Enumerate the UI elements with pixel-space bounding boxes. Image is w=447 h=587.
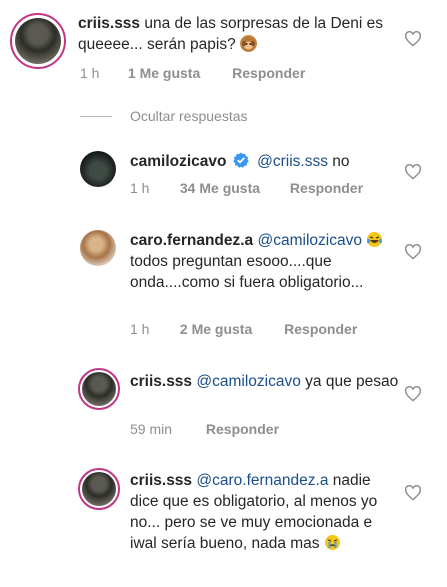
reply-button[interactable]: Responder bbox=[206, 421, 279, 437]
reply-mention[interactable]: @criis.sss bbox=[257, 153, 328, 170]
reply-meta: 1 h 34 Me gusta Responder bbox=[130, 180, 363, 196]
crying-face-emoji bbox=[324, 534, 341, 551]
avatar[interactable] bbox=[10, 13, 66, 69]
likes-count[interactable]: 1 Me gusta bbox=[128, 65, 200, 81]
laughing-tears-emoji bbox=[366, 231, 383, 248]
heart-icon[interactable] bbox=[404, 164, 422, 180]
monkey-emoji bbox=[240, 35, 258, 52]
avatar[interactable] bbox=[80, 151, 116, 187]
verified-badge-icon bbox=[233, 152, 249, 168]
reply-time: 1 h bbox=[130, 321, 150, 337]
reply-button[interactable]: Responder bbox=[284, 321, 357, 337]
avatar[interactable] bbox=[80, 230, 116, 266]
reply-username[interactable]: camilozicavo bbox=[130, 153, 227, 170]
reply-mention[interactable]: @camilozicavo bbox=[196, 373, 300, 390]
reply-meta: 1 h 2 Me gusta Responder bbox=[130, 321, 357, 337]
comment-meta: 1 h 1 Me gusta Responder bbox=[80, 65, 305, 81]
reply-meta: 59 min Responder bbox=[130, 421, 279, 437]
comment-username[interactable]: criis.sss bbox=[78, 15, 140, 32]
likes-count[interactable]: 34 Me gusta bbox=[180, 180, 260, 196]
reply-text: todos preguntan esooo....que onda....com… bbox=[130, 253, 364, 291]
reply-text: no bbox=[332, 153, 350, 170]
reply-button[interactable]: Responder bbox=[290, 180, 363, 196]
reply-time: 59 min bbox=[130, 421, 173, 437]
heart-icon[interactable] bbox=[404, 244, 422, 260]
reply-button[interactable]: Responder bbox=[232, 65, 305, 81]
reply-username[interactable]: caro.fernandez.a bbox=[130, 232, 253, 249]
reply-mention[interactable]: @caro.fernandez.a bbox=[196, 472, 328, 489]
likes-count[interactable]: 2 Me gusta bbox=[180, 321, 252, 337]
reply-mention[interactable]: @camilozicavo bbox=[258, 232, 362, 249]
heart-icon[interactable] bbox=[404, 386, 422, 402]
avatar[interactable] bbox=[78, 468, 120, 510]
avatar[interactable] bbox=[78, 368, 120, 410]
divider-line bbox=[80, 116, 112, 117]
reply-text: ya que pesao bbox=[305, 373, 399, 390]
heart-icon[interactable] bbox=[404, 485, 422, 501]
reply-username[interactable]: criis.sss bbox=[130, 472, 192, 489]
hide-replies-button[interactable]: Ocultar respuestas bbox=[130, 108, 248, 124]
heart-icon[interactable] bbox=[404, 31, 422, 47]
comment-time: 1 h bbox=[80, 65, 100, 81]
reply-time: 1 h bbox=[130, 180, 150, 196]
reply-username[interactable]: criis.sss bbox=[130, 373, 192, 390]
